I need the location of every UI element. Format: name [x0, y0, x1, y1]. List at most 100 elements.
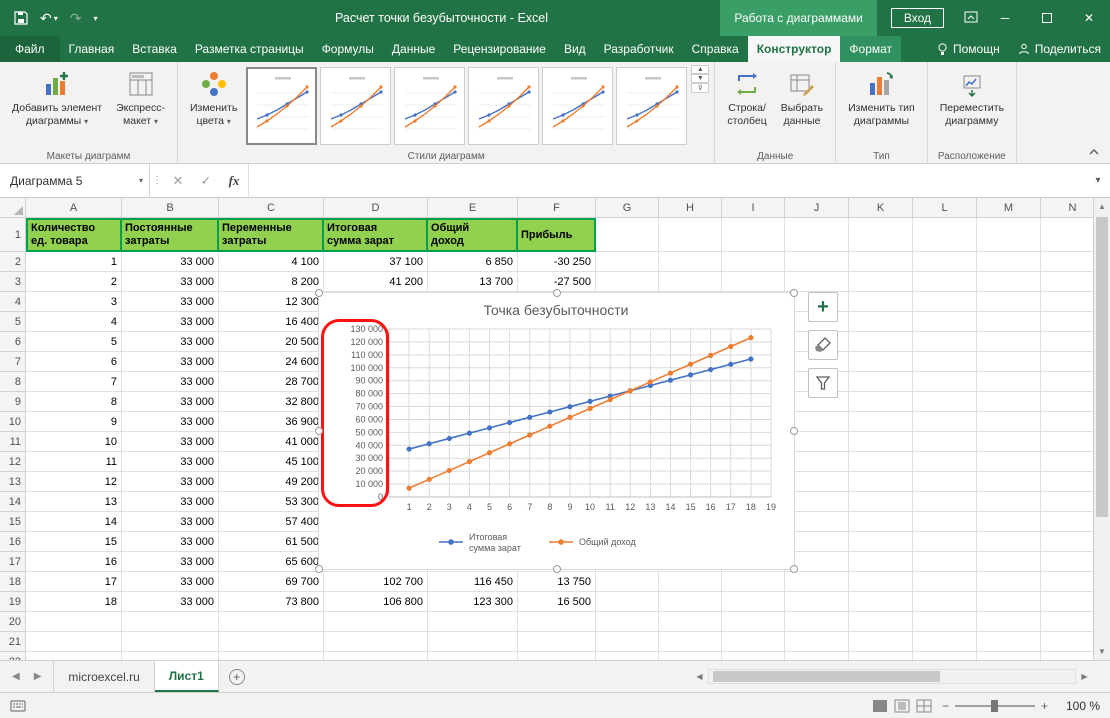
- sheet-tab-list1[interactable]: Лист1: [155, 661, 219, 692]
- cell-I1[interactable]: [722, 218, 785, 252]
- cell-A19[interactable]: 18: [26, 592, 122, 612]
- cell-A7[interactable]: 6: [26, 352, 122, 372]
- cell-D21[interactable]: [324, 632, 428, 652]
- row-header-6[interactable]: 6: [0, 332, 26, 352]
- cell-D18[interactable]: 102 700: [324, 572, 428, 592]
- cell-A12[interactable]: 11: [26, 452, 122, 472]
- row-header-19[interactable]: 19: [0, 592, 26, 612]
- cell-L4[interactable]: [913, 292, 977, 312]
- row-header-5[interactable]: 5: [0, 312, 26, 332]
- chart-selection-handle[interactable]: [790, 565, 798, 573]
- chart-style-option-6[interactable]: [616, 67, 687, 145]
- cell-K12[interactable]: [849, 452, 913, 472]
- cell-C15[interactable]: 57 400: [219, 512, 324, 532]
- sheet-tab-microexcel[interactable]: microexcel.ru: [53, 661, 154, 692]
- maximize-button[interactable]: [1026, 0, 1068, 36]
- cell-M14[interactable]: [977, 492, 1041, 512]
- cell-G20[interactable]: [596, 612, 659, 632]
- horizontal-scrollbar[interactable]: ◀ ▶: [691, 661, 1093, 692]
- chart[interactable]: 010 00020 00030 00040 00050 00060 00070 …: [318, 292, 795, 570]
- tab-data[interactable]: Данные: [383, 36, 444, 62]
- cell-E1[interactable]: Общий доход: [428, 218, 518, 252]
- cell-D22[interactable]: [324, 652, 428, 660]
- add-chart-element-button[interactable]: Добавить элемент диаграммы ▾: [5, 65, 109, 149]
- cell-G22[interactable]: [596, 652, 659, 660]
- row-header-22[interactable]: 22: [0, 652, 26, 660]
- cell-C1[interactable]: Переменные затраты: [219, 218, 324, 252]
- cell-D20[interactable]: [324, 612, 428, 632]
- chart-style-option-2[interactable]: [320, 67, 391, 145]
- cell-M13[interactable]: [977, 472, 1041, 492]
- col-header-B[interactable]: B: [122, 198, 219, 218]
- chart-selection-handle[interactable]: [790, 427, 798, 435]
- cell-M22[interactable]: [977, 652, 1041, 660]
- cell-L15[interactable]: [913, 512, 977, 532]
- tab-design[interactable]: Конструктор: [748, 36, 841, 62]
- tab-page-layout[interactable]: Разметка страницы: [186, 36, 313, 62]
- cell-M4[interactable]: [977, 292, 1041, 312]
- normal-view-icon[interactable]: [872, 699, 888, 713]
- cell-C19[interactable]: 73 800: [219, 592, 324, 612]
- move-chart-button[interactable]: Переместить диаграмму: [933, 65, 1011, 149]
- cell-A15[interactable]: 14: [26, 512, 122, 532]
- chart-style-option-1[interactable]: [246, 67, 317, 145]
- row-header-1[interactable]: 1: [0, 218, 26, 252]
- cell-C18[interactable]: 69 700: [219, 572, 324, 592]
- cell-A17[interactable]: 16: [26, 552, 122, 572]
- cell-J18[interactable]: [785, 572, 849, 592]
- cell-A6[interactable]: 5: [26, 332, 122, 352]
- cell-K1[interactable]: [849, 218, 913, 252]
- cell-E20[interactable]: [428, 612, 518, 632]
- cell-H2[interactable]: [659, 252, 722, 272]
- cell-L6[interactable]: [913, 332, 977, 352]
- zoom-in-icon[interactable]: +: [1041, 699, 1048, 713]
- cell-M18[interactable]: [977, 572, 1041, 592]
- cell-B1[interactable]: Постоянные затраты: [122, 218, 219, 252]
- chart-selection-handle[interactable]: [315, 565, 323, 573]
- page-break-view-icon[interactable]: [916, 699, 932, 713]
- gallery-scroll-up-icon[interactable]: ▲: [691, 65, 709, 74]
- chart-selection-handle[interactable]: [790, 289, 798, 297]
- cell-B13[interactable]: 33 000: [122, 472, 219, 492]
- cell-L17[interactable]: [913, 552, 977, 572]
- name-box-dropdown-icon[interactable]: ▾: [139, 176, 149, 185]
- cell-K3[interactable]: [849, 272, 913, 292]
- cell-K14[interactable]: [849, 492, 913, 512]
- sign-in-button[interactable]: Вход: [891, 8, 944, 28]
- cell-M5[interactable]: [977, 312, 1041, 332]
- cell-H19[interactable]: [659, 592, 722, 612]
- gallery-more-icon[interactable]: ⊽: [691, 83, 709, 93]
- row-header-4[interactable]: 4: [0, 292, 26, 312]
- cell-A9[interactable]: 8: [26, 392, 122, 412]
- chart-style-option-3[interactable]: [394, 67, 465, 145]
- cell-M3[interactable]: [977, 272, 1041, 292]
- cell-H1[interactable]: [659, 218, 722, 252]
- cell-B10[interactable]: 33 000: [122, 412, 219, 432]
- cell-K2[interactable]: [849, 252, 913, 272]
- cell-M10[interactable]: [977, 412, 1041, 432]
- cell-E3[interactable]: 13 700: [428, 272, 518, 292]
- cell-D2[interactable]: 37 100: [324, 252, 428, 272]
- row-header-18[interactable]: 18: [0, 572, 26, 592]
- cell-C3[interactable]: 8 200: [219, 272, 324, 292]
- cell-B17[interactable]: 33 000: [122, 552, 219, 572]
- cell-I22[interactable]: [722, 652, 785, 660]
- cell-B20[interactable]: [122, 612, 219, 632]
- cell-L9[interactable]: [913, 392, 977, 412]
- cell-C14[interactable]: 53 300: [219, 492, 324, 512]
- cell-A11[interactable]: 10: [26, 432, 122, 452]
- tab-home[interactable]: Главная: [60, 36, 124, 62]
- cell-B18[interactable]: 33 000: [122, 572, 219, 592]
- tab-review[interactable]: Рецензирование: [444, 36, 555, 62]
- tab-format[interactable]: Формат: [840, 36, 901, 62]
- cell-C5[interactable]: 16 400: [219, 312, 324, 332]
- tell-me-help[interactable]: Помощн: [928, 36, 1009, 62]
- cell-B8[interactable]: 33 000: [122, 372, 219, 392]
- cell-A8[interactable]: 7: [26, 372, 122, 392]
- row-header-15[interactable]: 15: [0, 512, 26, 532]
- cell-L2[interactable]: [913, 252, 977, 272]
- cell-A14[interactable]: 13: [26, 492, 122, 512]
- cell-F20[interactable]: [518, 612, 596, 632]
- cell-G2[interactable]: [596, 252, 659, 272]
- cell-F21[interactable]: [518, 632, 596, 652]
